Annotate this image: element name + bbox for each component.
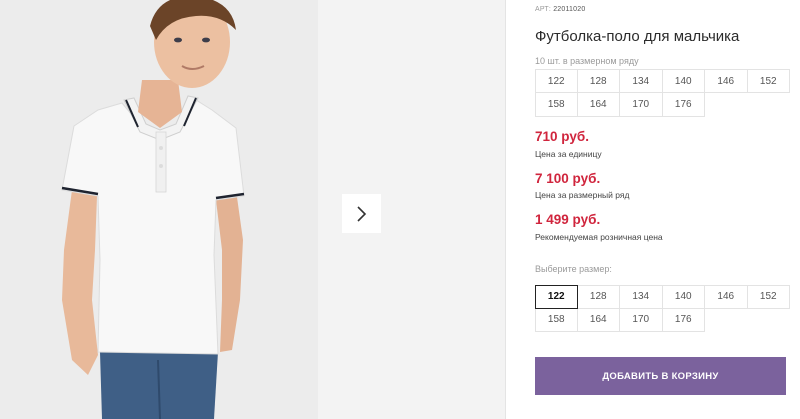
size-option[interactable]: 140 (662, 285, 705, 309)
product-gallery (0, 0, 505, 419)
set-size-cell: 122 (535, 69, 578, 93)
size-option[interactable]: 134 (620, 285, 663, 309)
retail-price-label: Рекомендуемая розничная цена (535, 232, 663, 242)
set-size-cell: 152 (747, 69, 790, 93)
set-size-cell: 170 (620, 93, 663, 117)
set-size-cell: 134 (620, 69, 663, 93)
unit-price: 710 руб. (535, 129, 589, 144)
size-picker-label: Выберите размер: (535, 264, 612, 274)
product-photo (0, 0, 318, 419)
retail-price: 1 499 руб. (535, 212, 601, 227)
size-option[interactable]: 152 (747, 285, 790, 309)
size-set-note: 10 шт. в размерном ряду (535, 56, 639, 66)
size-picker: 122 128 134 140 146 152 158 164 170 176 (535, 285, 790, 332)
set-size-cell: 158 (535, 93, 578, 117)
set-size-cell: 146 (705, 69, 748, 93)
set-size-cell: 176 (662, 93, 705, 117)
sku-label: АРТ: (535, 6, 552, 13)
sku: АРТ: 22011020 (535, 6, 585, 13)
set-price: 7 100 руб. (535, 171, 601, 186)
set-size-cell: 164 (577, 93, 620, 117)
size-option[interactable]: 158 (535, 308, 578, 332)
add-to-cart-button[interactable]: ДОБАВИТЬ В КОРЗИНУ (535, 357, 786, 395)
boy-in-polo-image (0, 0, 318, 419)
chevron-right-icon (356, 205, 366, 222)
size-option-selected[interactable]: 122 (535, 285, 578, 309)
set-size-cell: 128 (577, 69, 620, 93)
size-set-grid: 122 128 134 140 146 152 158 164 170 176 (535, 69, 790, 117)
set-price-label: Цена за размерный ряд (535, 190, 630, 200)
next-image-button[interactable] (342, 194, 381, 233)
set-size-cell: 140 (662, 69, 705, 93)
sku-value: 22011020 (553, 6, 586, 13)
product-title: Футболка-поло для мальчика (535, 28, 740, 45)
size-option[interactable]: 170 (620, 308, 663, 332)
size-option[interactable]: 176 (662, 308, 705, 332)
column-divider (505, 0, 506, 419)
unit-price-label: Цена за единицу (535, 149, 602, 159)
size-option[interactable]: 128 (577, 285, 620, 309)
size-option[interactable]: 146 (705, 285, 748, 309)
size-option[interactable]: 164 (577, 308, 620, 332)
